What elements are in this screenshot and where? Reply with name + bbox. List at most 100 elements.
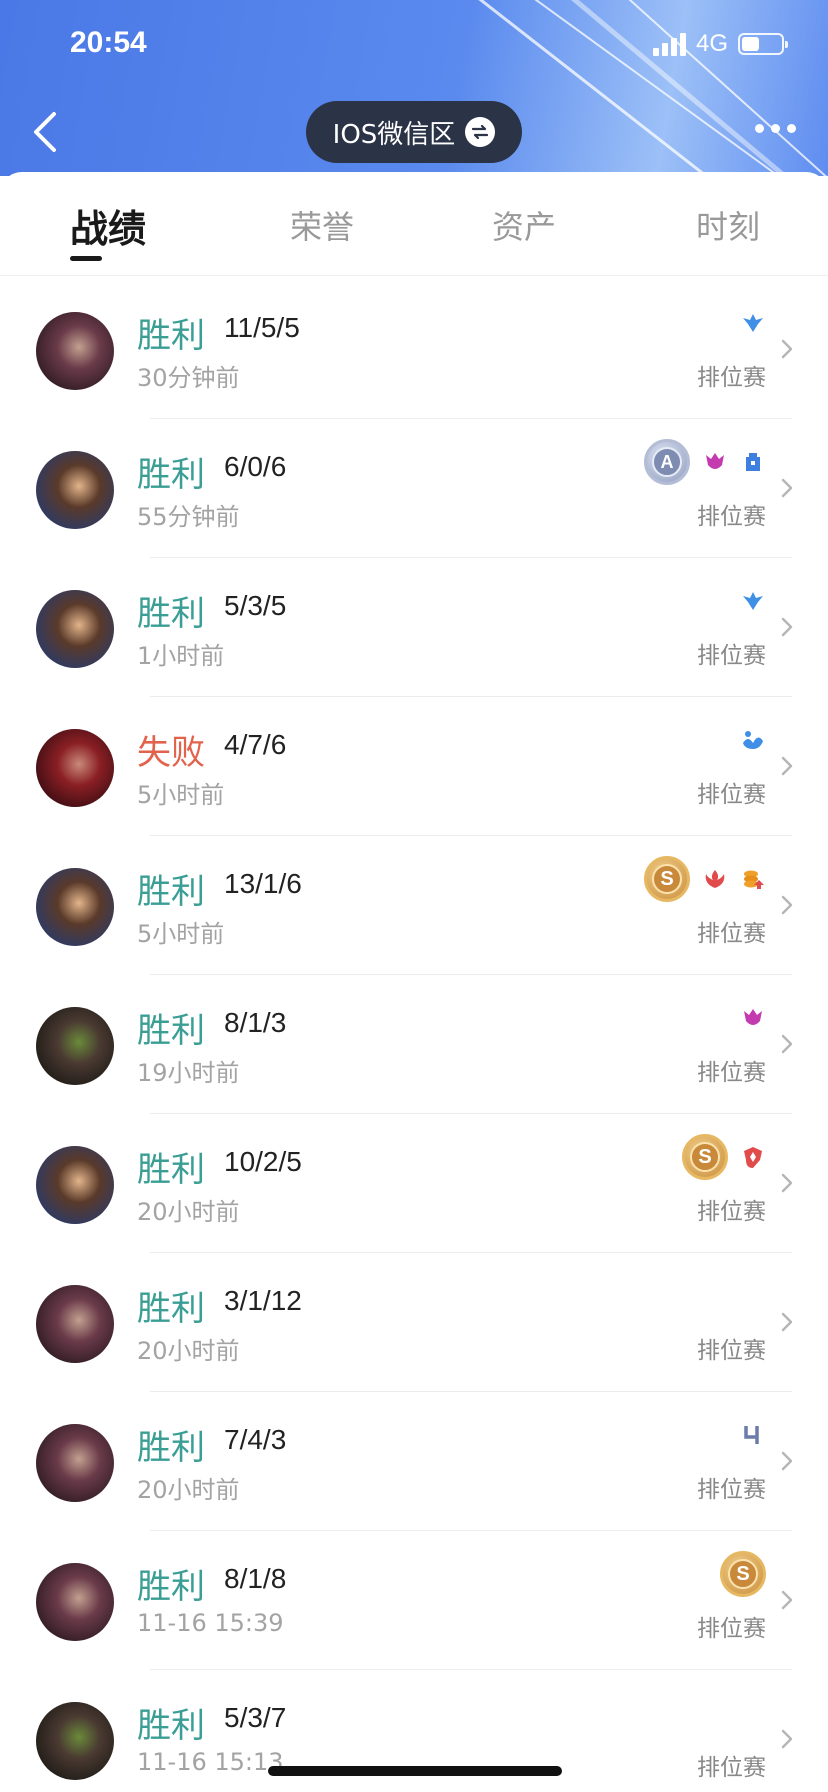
- tab-records[interactable]: 战绩: [70, 198, 146, 253]
- network-type: 4G: [695, 30, 728, 57]
- match-mode: 排位赛: [697, 643, 766, 669]
- match-row[interactable]: 胜利 3/1/12 20小时前 排位赛: [0, 1253, 828, 1392]
- match-kda: 8/1/3: [224, 1007, 287, 1038]
- lotus-blue-icon: [740, 727, 766, 753]
- hero-avatar: [36, 451, 114, 529]
- match-kda: 11/5/5: [224, 312, 300, 343]
- tab-bar: 战绩 荣誉 资产 时刻: [0, 172, 828, 276]
- match-result: 胜利: [137, 316, 205, 356]
- battery-icon: [738, 33, 788, 55]
- match-badges: [740, 578, 766, 624]
- match-result: 胜利: [137, 1428, 205, 1468]
- quadra-kill-icon: [740, 1422, 766, 1448]
- match-mode: 排位赛: [697, 1755, 766, 1781]
- chevron-right-icon: [781, 1312, 793, 1332]
- more-options-icon[interactable]: [755, 124, 796, 133]
- medal-s-icon: S: [644, 856, 690, 902]
- demon-pink-icon: [702, 449, 728, 475]
- match-mode: 排位赛: [697, 504, 766, 530]
- match-result: 胜利: [137, 872, 205, 912]
- match-mode: 排位赛: [697, 1616, 766, 1642]
- match-row[interactable]: 胜利 5/3/5 1小时前 排位赛: [0, 558, 828, 697]
- match-time: 1小时前: [137, 642, 225, 670]
- match-mode: 排位赛: [697, 1477, 766, 1503]
- status-indicators: 4G: [652, 30, 788, 58]
- match-mode: 排位赛: [697, 782, 766, 808]
- match-result: 失败: [137, 733, 205, 773]
- match-row[interactable]: 胜利 7/4/3 20小时前 排位赛: [0, 1392, 828, 1531]
- medal-a-icon: A: [644, 439, 690, 485]
- match-row[interactable]: 胜利 13/1/6 5小时前 排位赛 S: [0, 836, 828, 975]
- match-badges: A: [644, 439, 766, 485]
- demon-pink-icon: [740, 1005, 766, 1031]
- match-list: 胜利 11/5/5 30分钟前 排位赛 胜利 6/0/6 55分钟前 排位赛 A 胜利 5/3/5 1…: [0, 280, 828, 1792]
- match-result: 胜利: [137, 594, 205, 634]
- mvp-blue-icon: [740, 588, 766, 614]
- hero-avatar: [36, 1702, 114, 1780]
- match-badges: S: [720, 1551, 766, 1597]
- match-time: 20小时前: [137, 1198, 240, 1226]
- signal-icon: [652, 32, 686, 56]
- region-label: IOS微信区: [332, 119, 456, 150]
- hero-avatar: [36, 590, 114, 668]
- match-mode: 排位赛: [697, 1338, 766, 1364]
- match-badges: [740, 300, 766, 346]
- header-decoration: [558, 0, 828, 176]
- match-row[interactable]: 胜利 8/1/3 19小时前 排位赛: [0, 975, 828, 1114]
- match-badges: S: [644, 856, 766, 902]
- back-arrow-icon[interactable]: [28, 108, 68, 156]
- match-result: 胜利: [137, 1706, 205, 1746]
- match-result: 胜利: [137, 1011, 205, 1051]
- chevron-right-icon: [781, 339, 793, 359]
- match-row[interactable]: 胜利 11/5/5 30分钟前 排位赛: [0, 280, 828, 419]
- region-switch-button[interactable]: IOS微信区: [306, 101, 522, 163]
- match-badges: [740, 1412, 766, 1458]
- match-kda: 5/3/5: [224, 590, 287, 621]
- shield-red-icon: [740, 1144, 766, 1170]
- match-row[interactable]: 失败 4/7/6 5小时前 排位赛: [0, 697, 828, 836]
- hero-avatar: [36, 312, 114, 390]
- chevron-right-icon: [781, 1590, 793, 1610]
- match-kda: 4/7/6: [224, 729, 287, 760]
- match-time: 20小时前: [137, 1337, 240, 1365]
- match-result: 胜利: [137, 1289, 205, 1329]
- match-kda: 10/2/5: [224, 1146, 302, 1177]
- hero-avatar: [36, 729, 114, 807]
- header-decoration: [509, 0, 828, 176]
- header-decoration: [619, 0, 828, 176]
- hero-avatar: [36, 1563, 114, 1641]
- match-mode: 排位赛: [697, 1199, 766, 1225]
- match-time: 19小时前: [137, 1059, 240, 1087]
- tab-moments[interactable]: 时刻: [696, 202, 760, 248]
- hero-avatar: [36, 1007, 114, 1085]
- chevron-right-icon: [781, 1173, 793, 1193]
- match-kda: 7/4/3: [224, 1424, 287, 1455]
- hero-avatar: [36, 1146, 114, 1224]
- medal-s-icon: S: [720, 1551, 766, 1597]
- match-row[interactable]: 胜利 6/0/6 55分钟前 排位赛 A: [0, 419, 828, 558]
- match-mode: 排位赛: [697, 921, 766, 947]
- tower-blue-icon: [740, 449, 766, 475]
- match-time: 11-16 15:39: [137, 1609, 284, 1637]
- match-time: 20小时前: [137, 1476, 240, 1504]
- tab-assets[interactable]: 资产: [492, 202, 556, 248]
- chevron-right-icon: [781, 895, 793, 915]
- match-mode: 排位赛: [697, 1060, 766, 1086]
- match-time: 11-16 15:13: [137, 1748, 284, 1776]
- mvp-blue-icon: [740, 310, 766, 336]
- chevron-right-icon: [781, 1729, 793, 1749]
- match-badges: S: [682, 1134, 766, 1180]
- match-row[interactable]: 胜利 10/2/5 20小时前 排位赛 S: [0, 1114, 828, 1253]
- match-row[interactable]: 胜利 8/1/8 11-16 15:39 排位赛 S: [0, 1531, 828, 1670]
- match-kda: 5/3/7: [224, 1702, 287, 1733]
- match-kda: 6/0/6: [224, 451, 287, 482]
- match-kda: 3/1/12: [224, 1285, 302, 1316]
- chevron-right-icon: [781, 1034, 793, 1054]
- home-indicator: [268, 1766, 562, 1776]
- swap-icon: [465, 117, 496, 147]
- active-tab-indicator: [70, 256, 102, 261]
- match-kda: 13/1/6: [224, 868, 302, 899]
- medal-s-icon: S: [682, 1134, 728, 1180]
- match-badges: [740, 995, 766, 1041]
- tab-honors[interactable]: 荣誉: [290, 202, 354, 248]
